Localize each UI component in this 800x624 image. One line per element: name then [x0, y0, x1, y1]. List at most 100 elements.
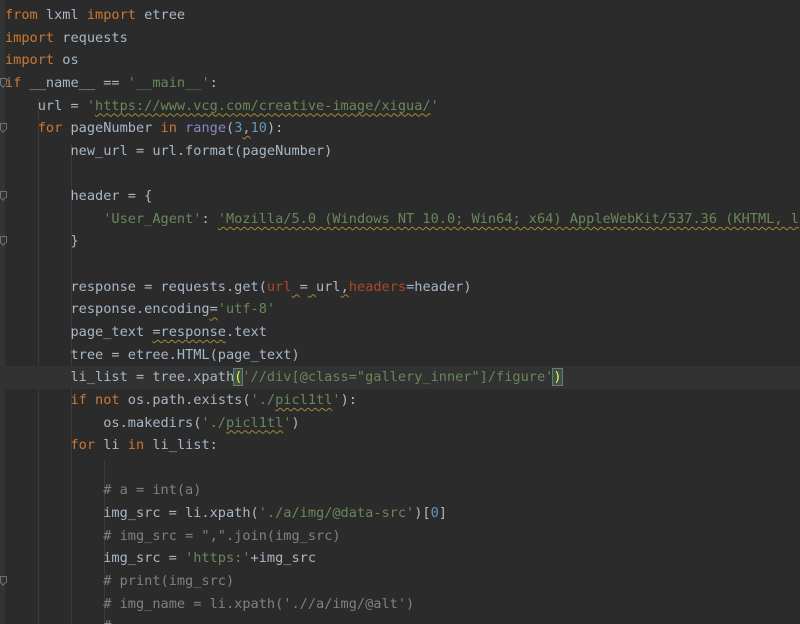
code-token: # img_src = ",".join(img_src): [103, 527, 341, 544]
code-line[interactable]: [0, 162, 800, 185]
code-token: https://www.vcg.com/creative-image/xigua…: [95, 97, 431, 114]
code-token: os.path.exists(: [119, 391, 251, 408]
code-line[interactable]: import os: [0, 49, 800, 72]
code-token: ': [86, 97, 96, 114]
code-line[interactable]: [0, 253, 800, 276]
code-line[interactable]: 'User_Agent': 'Mozilla/5.0 (Windows NT 1…: [0, 208, 800, 231]
code-line[interactable]: # img_name = li.xpath('.//a/img/@alt'): [0, 593, 800, 616]
code-line[interactable]: img_src = li.xpath('./a/img/@data-src')[…: [0, 502, 800, 525]
code-line[interactable]: import requests: [0, 27, 800, 50]
code-token: )[: [414, 505, 431, 522]
code-editor[interactable]: from lxml import etree import requests imp…: [0, 0, 800, 624]
code-token: './a/img/@data-src': [258, 505, 415, 522]
code-token: range: [185, 120, 227, 137]
fold-marker-icon[interactable]: [0, 191, 7, 201]
code-line[interactable]: response.encoding='utf-8': [0, 298, 800, 321]
code-token: url =: [5, 97, 87, 114]
code-line[interactable]: for li in li_list:: [0, 434, 800, 457]
code-line[interactable]: page_text =response.text: [0, 321, 800, 344]
code-token: (: [226, 120, 235, 137]
code-token: './: [250, 391, 276, 408]
code-line[interactable]: if not os.path.exists('./picl1tl'):: [0, 389, 800, 412]
code-token: 'User_Agent': [103, 210, 202, 227]
code-token: import: [5, 52, 55, 69]
code-token: os: [54, 52, 79, 69]
code-line[interactable]: if __name__ == '__main__':: [0, 72, 800, 95]
code-token: if: [70, 391, 87, 408]
fold-marker-icon[interactable]: [0, 236, 7, 246]
fold-marker-icon[interactable]: [0, 123, 7, 133]
code-token: ': [430, 97, 439, 114]
code-line[interactable]: from lxml import etree: [0, 4, 800, 27]
code-line[interactable]: # print(img_src): [0, 570, 800, 593]
code-token: ]: [438, 505, 447, 522]
code-line[interactable]: [0, 457, 800, 480]
code-token: }: [5, 233, 79, 250]
code-token: header = {: [5, 188, 153, 205]
code-token: li_list:: [144, 437, 218, 454]
code-token: in: [160, 120, 177, 137]
code-token: +img_src: [250, 550, 317, 567]
code-line[interactable]: # img_src = ",".join(img_src): [0, 525, 800, 548]
code-line[interactable]: response = requests.get(url = url,header…: [0, 276, 800, 299]
code-token: =header): [406, 278, 472, 295]
code-token: =response: [152, 323, 226, 340]
code-line[interactable]: for pageNumber in range(3,10):: [0, 117, 800, 140]
code-token: not: [95, 391, 120, 408]
code-token: .text: [226, 323, 267, 340]
code-token: picl1tl: [225, 414, 284, 431]
code-line[interactable]: new_url = url.format(pageNumber): [0, 140, 800, 163]
code-token: # img_name = li.xpath('.//a/img/@alt'): [103, 595, 415, 612]
code-line[interactable]: url = 'https://www.vcg.com/creative-imag…: [0, 95, 800, 118]
code-token: ): [552, 368, 563, 387]
code-token: headers: [348, 278, 407, 295]
code-token: img_src = li.xpath(: [5, 505, 259, 522]
code-line[interactable]: }: [0, 230, 800, 253]
code-token: lxml: [37, 7, 87, 23]
code-line[interactable]: os.makedirs('./picl1tl'): [0, 412, 800, 435]
code-token: li_list = tree.xpath: [5, 369, 235, 386]
code-token: 'Mozilla/5.0 (Windows NT 10.0; Win64; x6…: [217, 210, 799, 227]
code-token: ): [291, 414, 300, 431]
code-token: os.makedirs(: [5, 414, 202, 431]
code-token: response.encoding: [5, 301, 210, 318]
code-token: # print(img_src): [103, 573, 235, 590]
fold-marker-icon[interactable]: [0, 77, 7, 88]
code-token: picl1tl: [275, 391, 333, 408]
code-token: url: [266, 278, 292, 295]
code-line[interactable]: header = {: [0, 185, 800, 208]
code-token: response = requests.get(: [5, 278, 267, 295]
code-line[interactable]: img_src = 'https:'+img_src: [0, 547, 800, 570]
code-token: in: [127, 437, 145, 454]
code-line[interactable]: # ...: [0, 615, 800, 624]
code-token: 'utf-8': [217, 301, 276, 318]
code-line[interactable]: # a = int(a): [0, 479, 800, 502]
code-token: li: [95, 437, 128, 454]
code-token: img_src =: [5, 550, 186, 567]
code-line[interactable]: li_list = tree.xpath('//div[@class="gall…: [0, 366, 800, 389]
code-token: if: [5, 74, 22, 91]
code-token: from: [5, 7, 38, 23]
code-token: import: [86, 7, 136, 23]
code-token: =: [299, 278, 308, 295]
code-token: new_url = url.format(pageNumber): [5, 142, 333, 159]
code-token: requests: [54, 29, 128, 46]
code-token: # ...: [103, 618, 152, 624]
fold-marker-icon[interactable]: [0, 576, 7, 586]
code-lines[interactable]: from lxml import etree import requests imp…: [0, 4, 800, 624]
code-line[interactable]: tree = etree.HTML(page_text): [0, 344, 800, 367]
code-token: page_text: [5, 323, 153, 340]
code-token: :: [201, 210, 218, 227]
code-token: 10: [250, 120, 267, 137]
